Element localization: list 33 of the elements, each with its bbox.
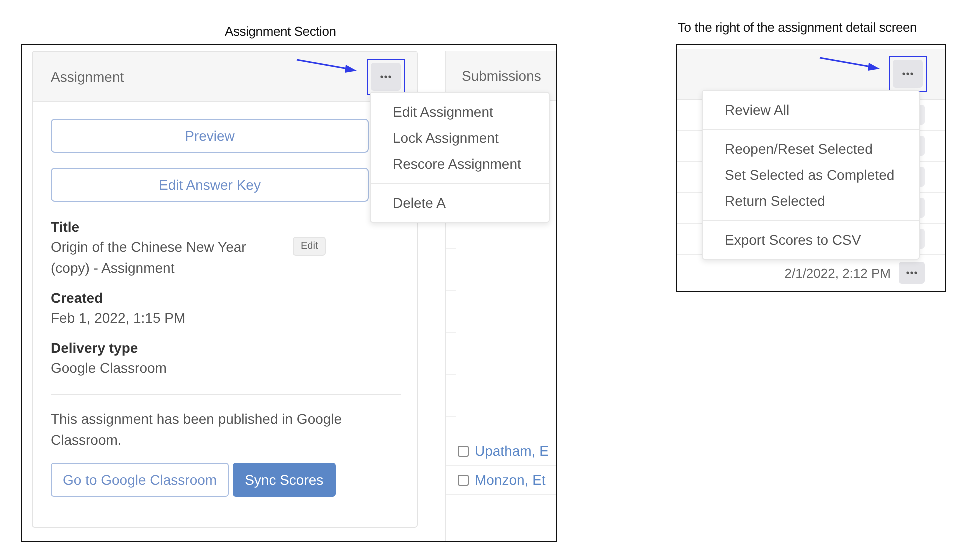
menu-item[interactable]: Rescore Assignment <box>371 151 549 177</box>
notice-text: This assignment has been published in Google Classroom. <box>51 410 344 450</box>
field-value: Feb 1, 2022, 1:15 PM <box>51 309 187 328</box>
field-value: Google Classroom <box>51 359 168 378</box>
menu-item[interactable]: Delete A <box>371 190 549 216</box>
checkbox[interactable] <box>458 446 469 456</box>
more-icon <box>906 271 918 275</box>
pointer-arrow <box>296 58 358 74</box>
menu-item[interactable]: Return Selected <box>703 188 919 214</box>
panel-title: Submissions <box>462 68 542 84</box>
section-caption: To the right of the assignment detail screen <box>678 20 918 35</box>
sync-button[interactable]: Sync Scores <box>233 463 336 497</box>
card-title: Assignment <box>51 68 124 84</box>
more-icon <box>902 72 914 76</box>
student-link[interactable]: Upatham, E <box>475 443 549 459</box>
student-link[interactable]: Monzon, Et <box>475 472 546 488</box>
more-button[interactable] <box>899 262 925 284</box>
menu-item[interactable]: Lock Assignment <box>371 125 549 151</box>
menu-item[interactable]: Reopen/Reset Selected <box>703 136 919 162</box>
field-label: Delivery type <box>51 339 140 358</box>
menu-item[interactable]: Edit Assignment <box>371 99 549 125</box>
field-label: Title <box>51 218 81 237</box>
field-value: Origin of the Chinese New Year (copy) - Assignment <box>51 238 248 278</box>
edit-button[interactable]: Edit <box>293 237 326 256</box>
pointer-arrow <box>819 56 881 72</box>
more-icon <box>380 74 392 78</box>
field-label: Created <box>51 289 104 308</box>
checkbox[interactable] <box>458 474 469 486</box>
menu-item[interactable]: Set Selected as Completed <box>703 162 919 188</box>
menu-item[interactable]: Export Scores to CSV <box>703 227 919 253</box>
section-caption: Assignment Section <box>225 24 336 39</box>
row-date: 2/1/2022, 2:12 PM <box>784 266 891 280</box>
menu-item[interactable]: Review All <box>703 97 919 123</box>
